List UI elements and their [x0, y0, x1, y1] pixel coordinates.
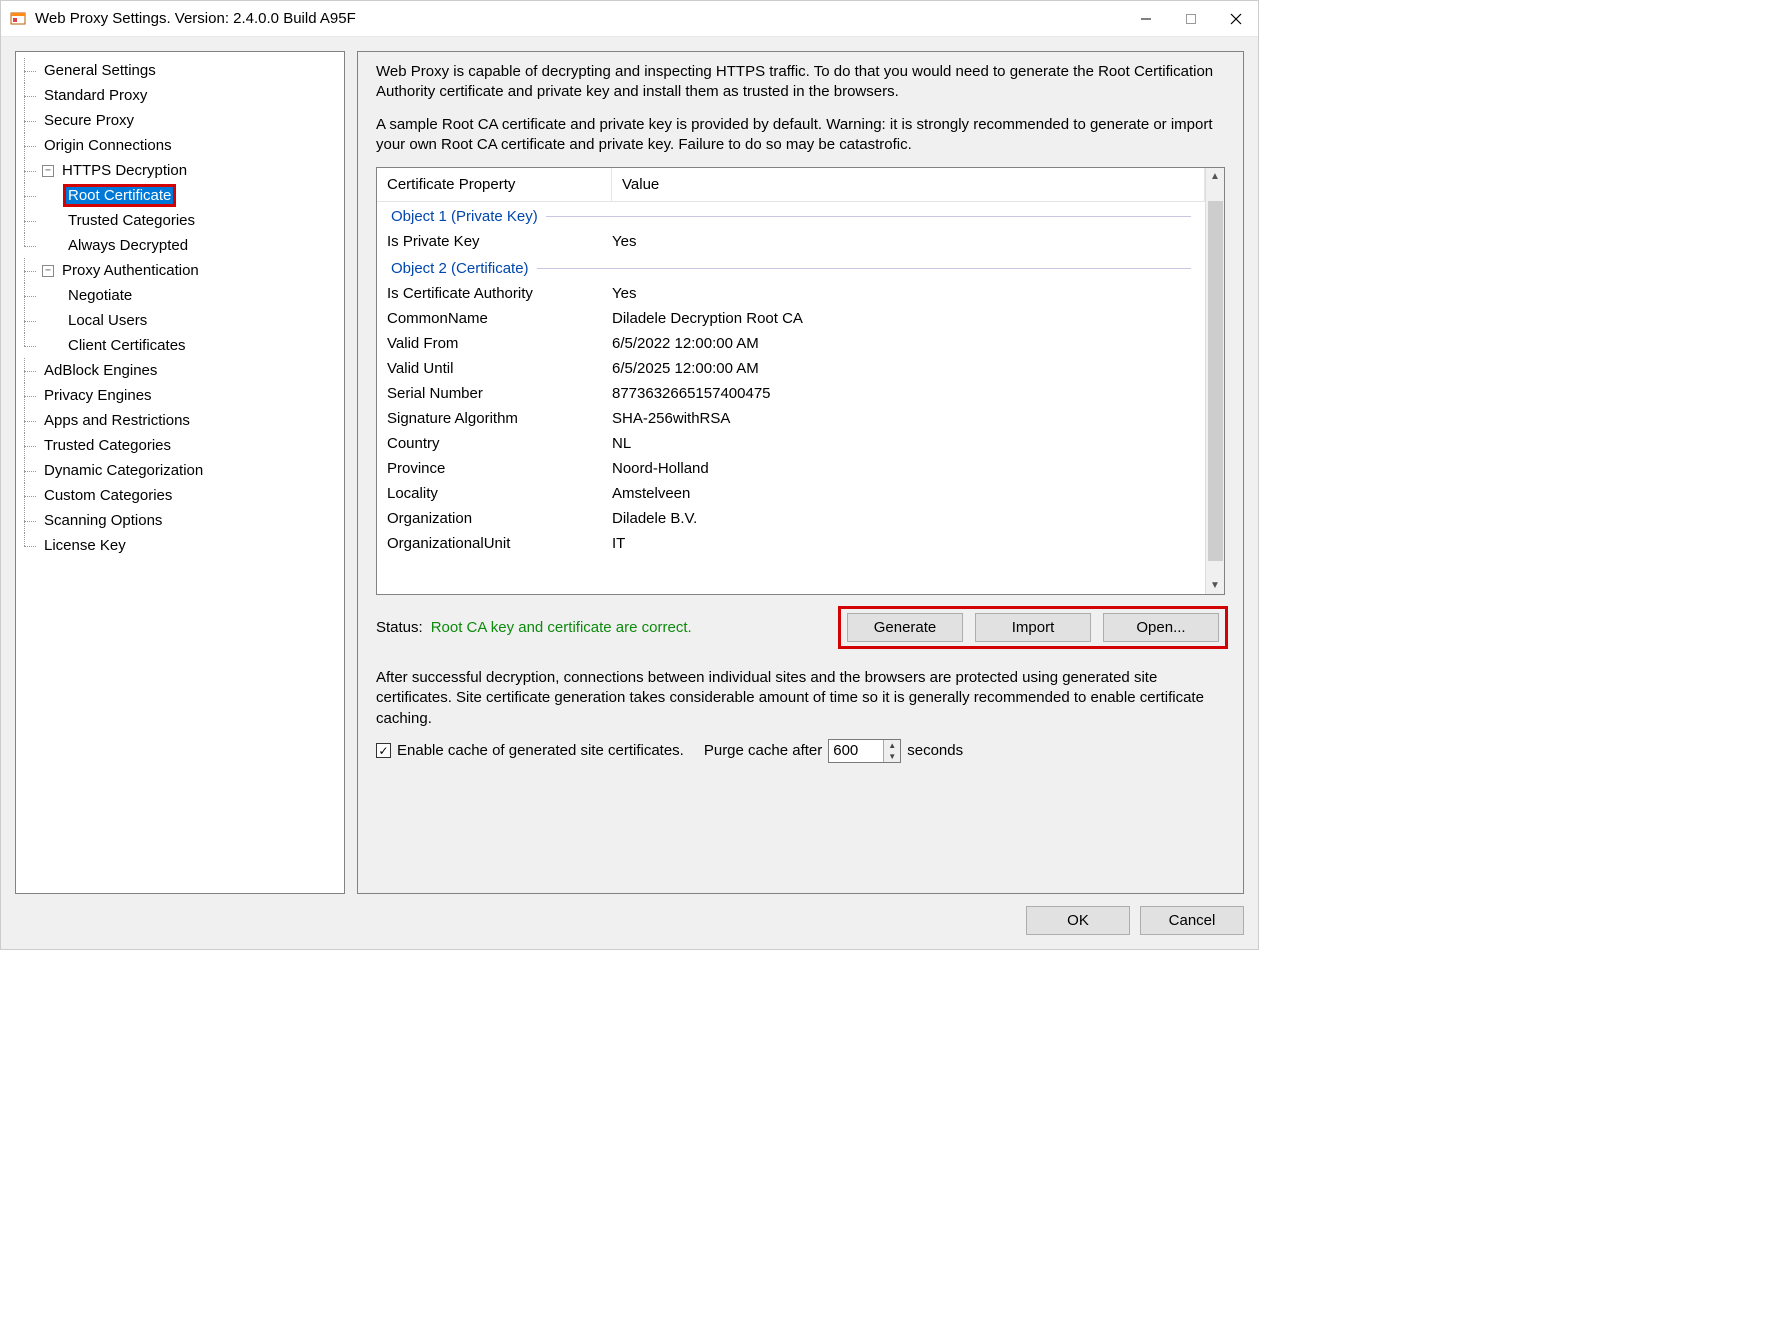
- val-locality: Amstelveen: [612, 485, 1195, 502]
- prop-is-private-key: Is Private Key: [387, 233, 612, 250]
- spinner-up-icon[interactable]: ▲: [884, 740, 900, 751]
- prop-serial: Serial Number: [387, 385, 612, 402]
- col-header-property[interactable]: Certificate Property: [377, 168, 612, 201]
- tree-item-https-decryption[interactable]: HTTPS Decryption: [60, 162, 189, 179]
- tree-item-dynamic-cat[interactable]: Dynamic Categorization: [42, 462, 205, 479]
- app-icon: [9, 10, 27, 28]
- tree-item-negotiate[interactable]: Negotiate: [66, 287, 134, 304]
- main-panel: Web Proxy is capable of decrypting and i…: [357, 51, 1244, 894]
- tree-item-client-certs[interactable]: Client Certificates: [66, 337, 188, 354]
- enable-cache-checkbox[interactable]: ✓: [376, 743, 391, 758]
- section-private-key: Object 1 (Private Key): [391, 208, 538, 225]
- caching-info-text: After successful decryption, connections…: [376, 668, 1225, 729]
- maximize-button[interactable]: [1168, 4, 1213, 34]
- col-header-value[interactable]: Value: [612, 168, 1205, 201]
- table-scrollbar[interactable]: ▲ ▼: [1205, 168, 1224, 594]
- tree-item-origin[interactable]: Origin Connections: [42, 137, 174, 154]
- prop-country: Country: [387, 435, 612, 452]
- purge-after-label: seconds: [907, 742, 963, 759]
- collapse-icon[interactable]: −: [42, 165, 54, 177]
- tree-item-scanning[interactable]: Scanning Options: [42, 512, 164, 529]
- prop-org: Organization: [387, 510, 612, 527]
- val-sigalg: SHA-256withRSA: [612, 410, 1195, 427]
- val-province: Noord-Holland: [612, 460, 1195, 477]
- purge-interval-input[interactable]: [829, 740, 883, 762]
- prop-locality: Locality: [387, 485, 612, 502]
- window-title: Web Proxy Settings. Version: 2.4.0.0 Bui…: [35, 10, 1123, 27]
- cert-action-buttons: Generate Import Open...: [841, 609, 1225, 646]
- val-valid-from: 6/5/2022 12:00:00 AM: [612, 335, 1195, 352]
- tree-item-proxy-auth[interactable]: Proxy Authentication: [60, 262, 201, 279]
- scroll-thumb[interactable]: [1208, 201, 1223, 561]
- prop-ou: OrganizationalUnit: [387, 535, 612, 552]
- status-value: Root CA key and certificate are correct.: [431, 619, 692, 636]
- tree-item-trusted2[interactable]: Trusted Categories: [42, 437, 173, 454]
- scroll-down-icon[interactable]: ▼: [1207, 577, 1224, 594]
- scroll-up-icon[interactable]: ▲: [1207, 168, 1224, 185]
- settings-window: Web Proxy Settings. Version: 2.4.0.0 Bui…: [0, 0, 1259, 950]
- val-org: Diladele B.V.: [612, 510, 1195, 527]
- minimize-button[interactable]: [1123, 4, 1168, 34]
- certificate-table: Certificate Property Value Object 1 (Pri…: [376, 167, 1225, 595]
- tree-item-general[interactable]: General Settings: [42, 62, 158, 79]
- val-country: NL: [612, 435, 1195, 452]
- tree-item-apps[interactable]: Apps and Restrictions: [42, 412, 192, 429]
- close-button[interactable]: [1213, 4, 1258, 34]
- cancel-button[interactable]: Cancel: [1140, 906, 1244, 935]
- info-text-2: A sample Root CA certificate and private…: [376, 115, 1225, 156]
- titlebar: Web Proxy Settings. Version: 2.4.0.0 Bui…: [1, 1, 1258, 37]
- purge-interval-spinner[interactable]: ▲ ▼: [828, 739, 901, 763]
- tree-item-license[interactable]: License Key: [42, 537, 128, 554]
- prop-valid-from: Valid From: [387, 335, 612, 352]
- tree-item-trusted-categories[interactable]: Trusted Categories: [66, 212, 197, 229]
- val-cn: Diladele Decryption Root CA: [612, 310, 1195, 327]
- tree-item-secure-proxy[interactable]: Secure Proxy: [42, 112, 136, 129]
- val-is-private-key: Yes: [612, 233, 1195, 250]
- tree-item-local-users[interactable]: Local Users: [66, 312, 149, 329]
- tree-item-always-decrypted[interactable]: Always Decrypted: [66, 237, 190, 254]
- prop-sigalg: Signature Algorithm: [387, 410, 612, 427]
- prop-province: Province: [387, 460, 612, 477]
- import-button[interactable]: Import: [975, 613, 1091, 642]
- val-valid-until: 6/5/2025 12:00:00 AM: [612, 360, 1195, 377]
- tree-item-standard-proxy[interactable]: Standard Proxy: [42, 87, 149, 104]
- prop-cn: CommonName: [387, 310, 612, 327]
- tree-item-privacy[interactable]: Privacy Engines: [42, 387, 154, 404]
- val-ou: IT: [612, 535, 1195, 552]
- tree-item-root-certificate[interactable]: Root Certificate: [66, 187, 173, 204]
- prop-is-ca: Is Certificate Authority: [387, 285, 612, 302]
- purge-before-label: Purge cache after: [704, 742, 822, 759]
- section-certificate: Object 2 (Certificate): [391, 260, 529, 277]
- info-text-1: Web Proxy is capable of decrypting and i…: [376, 62, 1225, 103]
- tree-panel: General Settings Standard Proxy Secure P…: [15, 51, 345, 894]
- ok-button[interactable]: OK: [1026, 906, 1130, 935]
- enable-cache-label: Enable cache of generated site certifica…: [397, 742, 684, 759]
- open-button[interactable]: Open...: [1103, 613, 1219, 642]
- prop-valid-until: Valid Until: [387, 360, 612, 377]
- tree-item-adblock[interactable]: AdBlock Engines: [42, 362, 159, 379]
- val-is-ca: Yes: [612, 285, 1195, 302]
- spinner-down-icon[interactable]: ▼: [884, 751, 900, 762]
- val-serial: 8773632665157400475: [612, 385, 1195, 402]
- status-label: Status:: [376, 619, 423, 636]
- generate-button[interactable]: Generate: [847, 613, 963, 642]
- tree-item-custom-cat[interactable]: Custom Categories: [42, 487, 174, 504]
- collapse-icon[interactable]: −: [42, 265, 54, 277]
